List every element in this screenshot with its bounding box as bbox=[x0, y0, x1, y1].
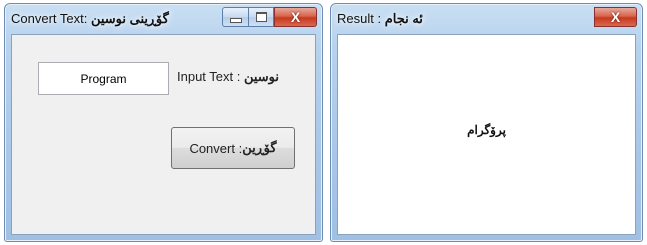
convert-button[interactable]: Convert : گۆڕین bbox=[171, 127, 295, 169]
form-client-area: Program Input Text : نوسین Convert : گۆڕ… bbox=[11, 34, 316, 235]
input-text-field[interactable]: Program bbox=[38, 62, 169, 95]
minimize-button[interactable] bbox=[222, 7, 248, 27]
maximize-icon bbox=[255, 12, 267, 22]
result-label: پرۆگرام bbox=[467, 123, 506, 137]
convert-label-ku: گۆڕین bbox=[242, 140, 277, 155]
caption-buttons: X bbox=[594, 7, 637, 27]
maximize-button[interactable] bbox=[248, 7, 274, 27]
window-title: Convert Text: گۆڕینی نوسین bbox=[11, 11, 169, 27]
window-title: Result : ئه نجام bbox=[337, 11, 423, 27]
window-title-en: Convert Text: bbox=[11, 11, 91, 26]
title-bar[interactable]: Convert Text: گۆڕینی نوسین X bbox=[5, 4, 322, 34]
close-button[interactable]: X bbox=[274, 7, 317, 27]
input-label-ku: نوسین bbox=[243, 69, 280, 84]
window-title-ku: ئه نجام bbox=[384, 11, 423, 26]
result-window: Result : ئه نجام X پرۆگرام bbox=[330, 3, 643, 242]
input-label-en: Input Text : bbox=[177, 69, 244, 84]
close-button[interactable]: X bbox=[594, 7, 637, 27]
input-text-label: Input Text : نوسین bbox=[177, 69, 279, 85]
minimize-icon bbox=[229, 17, 242, 23]
input-text-value: Program bbox=[80, 71, 127, 86]
convert-label-en: Convert : bbox=[189, 140, 243, 156]
convert-text-window: Convert Text: گۆڕینی نوسین X Program Inp… bbox=[4, 3, 323, 242]
window-title-en: Result : bbox=[337, 11, 385, 26]
title-bar[interactable]: Result : ئه نجام X bbox=[331, 4, 642, 34]
close-icon: X bbox=[290, 9, 301, 25]
result-client-area: پرۆگرام bbox=[337, 34, 636, 235]
close-icon: X bbox=[610, 9, 621, 25]
caption-buttons: X bbox=[222, 7, 317, 27]
window-title-ku: گۆڕینی نوسین bbox=[90, 11, 169, 26]
